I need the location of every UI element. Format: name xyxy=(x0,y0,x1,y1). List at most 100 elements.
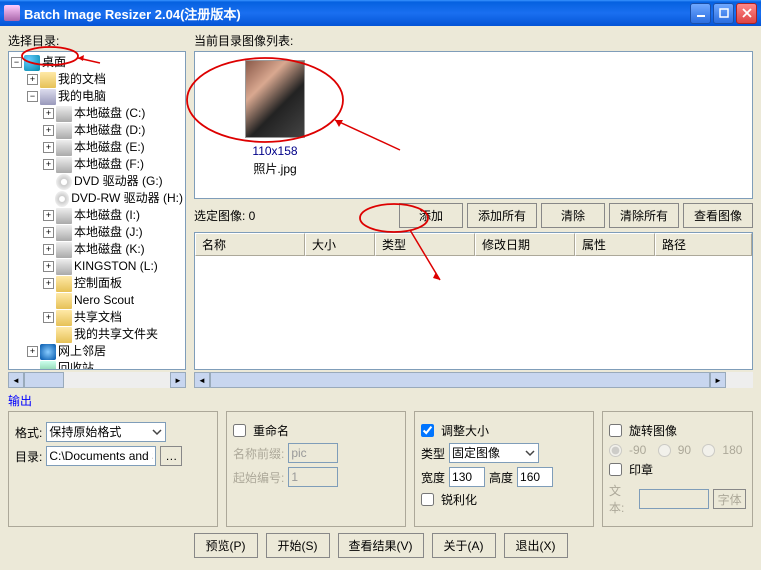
start-input xyxy=(288,467,338,487)
view-result-button[interactable]: 查看结果(V) xyxy=(338,533,424,558)
font-button: 字体 xyxy=(713,489,746,509)
exit-button[interactable]: 退出(X) xyxy=(504,533,568,558)
directory-tree[interactable]: −桌面 +我的文档 −我的电脑 +本地磁盘 (C:) +本地磁盘 (D:) +本… xyxy=(8,51,186,370)
prefix-label: 名称前缀: xyxy=(233,445,284,462)
tree-ctrl[interactable]: 控制面板 xyxy=(74,275,122,292)
col-name[interactable]: 名称 xyxy=(195,233,305,256)
tree-mydocs[interactable]: 我的文档 xyxy=(58,71,106,88)
about-button[interactable]: 关于(A) xyxy=(432,533,496,558)
dvd-icon xyxy=(55,191,69,207)
selected-count: 选定图像: 0 xyxy=(194,207,255,224)
format-label: 格式: xyxy=(15,424,42,441)
add-button[interactable]: 添加 xyxy=(399,203,463,228)
minimize-button[interactable] xyxy=(690,3,711,24)
rotate-label: 旋转图像 xyxy=(629,422,677,439)
tree-drive[interactable]: DVD 驱动器 (G:) xyxy=(74,173,163,190)
image-list-box[interactable]: 110x158 照片.jpg xyxy=(194,51,753,199)
preview-button[interactable]: 预览(P) xyxy=(194,533,258,558)
width-label: 宽度 xyxy=(421,469,445,486)
tree-drive[interactable]: 本地磁盘 (C:) xyxy=(74,105,145,122)
tree-network[interactable]: 网上邻居 xyxy=(58,343,106,360)
tree-nero[interactable]: Nero Scout xyxy=(74,292,134,309)
drive-icon xyxy=(56,242,72,258)
tree-drive[interactable]: 本地磁盘 (K:) xyxy=(74,241,145,258)
rotate-panel: 旋转图像 -90 90 180 印章 文本:字体 xyxy=(602,411,753,527)
resize-type-select[interactable]: 固定图像 xyxy=(449,443,539,463)
resize-panel: 调整大小 类型固定图像 宽度 高度 锐利化 xyxy=(414,411,594,527)
stamp-label: 印章 xyxy=(629,461,653,478)
folder-icon xyxy=(40,72,56,88)
network-icon xyxy=(40,344,56,360)
width-input[interactable] xyxy=(449,467,485,487)
stamp-text-label: 文本: xyxy=(609,482,635,516)
desktop-icon xyxy=(24,55,40,71)
thumbnail-item[interactable]: 110x158 照片.jpg xyxy=(245,60,305,177)
height-input[interactable] xyxy=(517,467,553,487)
selected-list[interactable]: 名称 大小 类型 修改日期 属性 路径 xyxy=(194,232,753,370)
tree-drive[interactable]: 本地磁盘 (E:) xyxy=(74,139,145,156)
output-panel: 格式: 保持原始格式 目录: … xyxy=(8,411,218,527)
dir-label: 目录: xyxy=(15,448,42,465)
clear-all-button[interactable]: 清除所有 xyxy=(609,203,679,228)
rotate-checkbox[interactable] xyxy=(609,424,622,437)
drive-icon xyxy=(56,157,72,173)
start-label: 起始编号: xyxy=(233,469,284,486)
sharpen-label: 锐利化 xyxy=(441,491,477,508)
tree-mycomp[interactable]: 我的电脑 xyxy=(58,88,106,105)
titlebar: Batch Image Resizer 2.04(注册版本) xyxy=(0,0,761,26)
thumbnail-name: 照片.jpg xyxy=(245,160,305,177)
output-label: 输出 xyxy=(8,392,753,409)
col-mdate[interactable]: 修改日期 xyxy=(475,233,575,256)
dvd-icon xyxy=(56,174,72,190)
window-title: Batch Image Resizer 2.04(注册版本) xyxy=(24,4,688,23)
type-label: 类型 xyxy=(421,445,445,462)
drive-icon xyxy=(56,259,72,275)
col-type[interactable]: 类型 xyxy=(375,233,475,256)
col-size[interactable]: 大小 xyxy=(305,233,375,256)
tree-myshared[interactable]: 我的共享文件夹 xyxy=(74,326,158,343)
drive-icon xyxy=(56,225,72,241)
tree-hscroll[interactable]: ◄► xyxy=(8,372,186,388)
format-select[interactable]: 保持原始格式 xyxy=(46,422,166,442)
tree-drive[interactable]: DVD-RW 驱动器 (H:) xyxy=(71,190,183,207)
computer-icon xyxy=(40,89,56,105)
control-panel-icon xyxy=(56,276,72,292)
view-image-button[interactable]: 查看图像 xyxy=(683,203,753,228)
folder-icon xyxy=(56,293,72,309)
close-button[interactable] xyxy=(736,3,757,24)
col-attr[interactable]: 属性 xyxy=(575,233,655,256)
list-hscroll[interactable]: ◄► xyxy=(194,372,753,388)
select-dir-label: 选择目录: xyxy=(8,32,186,49)
clear-button[interactable]: 清除 xyxy=(541,203,605,228)
resize-checkbox[interactable] xyxy=(421,424,434,437)
prefix-input xyxy=(288,443,338,463)
tree-drive[interactable]: 本地磁盘 (D:) xyxy=(74,122,145,139)
image-list-label: 当前目录图像列表: xyxy=(194,32,753,49)
tree-shared[interactable]: 共享文档 xyxy=(74,309,122,326)
maximize-button[interactable] xyxy=(713,3,734,24)
folder-icon xyxy=(56,310,72,326)
stamp-text-input xyxy=(639,489,709,509)
tree-drive[interactable]: 本地磁盘 (I:) xyxy=(74,207,140,224)
tree-drive[interactable]: KINGSTON (L:) xyxy=(74,258,158,275)
add-all-button[interactable]: 添加所有 xyxy=(467,203,537,228)
sharpen-checkbox[interactable] xyxy=(421,493,434,506)
tree-drive[interactable]: 本地磁盘 (J:) xyxy=(74,224,143,241)
col-path[interactable]: 路径 xyxy=(655,233,752,256)
rename-checkbox[interactable] xyxy=(233,424,246,437)
start-button[interactable]: 开始(S) xyxy=(266,533,330,558)
stamp-checkbox[interactable] xyxy=(609,463,622,476)
height-label: 高度 xyxy=(489,469,513,486)
browse-dir-button[interactable]: … xyxy=(160,446,182,466)
thumbnail-image xyxy=(245,60,305,138)
rename-label: 重命名 xyxy=(253,422,289,439)
tree-drive[interactable]: 本地磁盘 (F:) xyxy=(74,156,144,173)
drive-icon xyxy=(56,123,72,139)
rename-panel: 重命名 名称前缀: 起始编号: xyxy=(226,411,406,527)
app-icon xyxy=(4,5,20,21)
rot-m90-radio xyxy=(609,444,622,457)
tree-recycle[interactable]: 回收站 xyxy=(58,360,94,370)
tree-desktop[interactable]: 桌面 xyxy=(42,54,66,71)
dir-input[interactable] xyxy=(46,446,156,466)
drive-icon xyxy=(56,208,72,224)
